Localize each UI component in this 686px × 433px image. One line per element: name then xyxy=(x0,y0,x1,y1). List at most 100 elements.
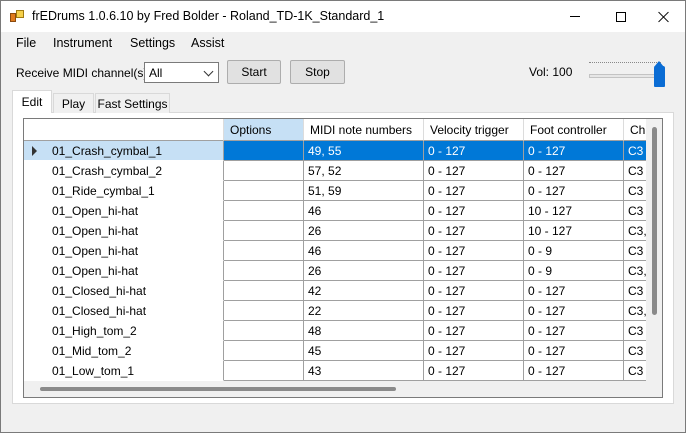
cell-midi-notes[interactable]: 26 xyxy=(304,221,424,241)
table-row[interactable]: 01_Low_tom_1 43 0 - 127 0 - 127 C3 xyxy=(24,361,646,381)
cell-options[interactable] xyxy=(224,301,304,321)
cell-midi-notes[interactable]: 22 xyxy=(304,301,424,321)
cell-foot-controller[interactable]: 0 - 127 xyxy=(524,361,624,381)
cell-velocity[interactable]: 0 - 127 xyxy=(424,241,524,261)
cell-velocity[interactable]: 0 - 127 xyxy=(424,221,524,241)
cell-ch[interactable]: C3 xyxy=(624,181,646,201)
cell-foot-controller[interactable]: 0 - 127 xyxy=(524,301,624,321)
cell-ch[interactable]: C3 xyxy=(624,361,646,381)
cell-velocity[interactable]: 0 - 127 xyxy=(424,261,524,281)
cell-instrument-name[interactable]: 01_Low_tom_1 xyxy=(24,361,224,381)
cell-options[interactable] xyxy=(224,141,304,161)
volume-slider[interactable] xyxy=(587,61,667,88)
cell-ch[interactable]: C3 xyxy=(624,341,646,361)
cell-ch[interactable]: C3 xyxy=(624,161,646,181)
cell-ch[interactable]: C3 xyxy=(624,281,646,301)
table-row[interactable]: 01_Open_hi-hat 26 0 - 127 0 - 9 C3, xyxy=(24,261,646,281)
cell-instrument-name[interactable]: 01_Closed_hi-hat xyxy=(24,301,224,321)
table-row[interactable]: 01_Closed_hi-hat 42 0 - 127 0 - 127 C3 xyxy=(24,281,646,301)
minimize-button[interactable] xyxy=(552,1,598,32)
cell-ch[interactable]: C3 xyxy=(624,241,646,261)
vertical-scroll-thumb[interactable] xyxy=(652,127,657,315)
cell-midi-notes[interactable]: 45 xyxy=(304,341,424,361)
column-header-velocity[interactable]: Velocity trigger xyxy=(424,119,524,141)
cell-instrument-name[interactable]: 01_Mid_tom_2 xyxy=(24,341,224,361)
start-button[interactable]: Start xyxy=(227,60,281,84)
cell-midi-notes[interactable]: 42 xyxy=(304,281,424,301)
horizontal-scrollbar[interactable] xyxy=(24,381,646,397)
cell-velocity[interactable]: 0 - 127 xyxy=(424,281,524,301)
cell-midi-notes[interactable]: 43 xyxy=(304,361,424,381)
tab-play[interactable]: Play xyxy=(53,93,94,113)
cell-instrument-name[interactable]: 01_Open_hi-hat xyxy=(24,221,224,241)
cell-instrument-name[interactable]: 01_Open_hi-hat xyxy=(24,261,224,281)
close-button[interactable] xyxy=(641,1,686,32)
cell-instrument-name[interactable]: 01_High_tom_2 xyxy=(24,321,224,341)
cell-instrument-name[interactable]: 01_Ride_cymbal_1 xyxy=(24,181,224,201)
cell-options[interactable] xyxy=(224,361,304,381)
cell-midi-notes[interactable]: 57, 52 xyxy=(304,161,424,181)
menu-assist[interactable]: Assist xyxy=(191,36,224,50)
cell-instrument-name[interactable]: 01_Crash_cymbal_1 xyxy=(24,141,224,161)
maximize-button[interactable] xyxy=(598,1,644,32)
cell-velocity[interactable]: 0 - 127 xyxy=(424,181,524,201)
cell-midi-notes[interactable]: 51, 59 xyxy=(304,181,424,201)
cell-midi-notes[interactable]: 48 xyxy=(304,321,424,341)
cell-ch[interactable]: C3 xyxy=(624,321,646,341)
cell-ch[interactable]: C3 xyxy=(624,141,646,161)
slider-thumb[interactable] xyxy=(654,61,665,87)
menu-settings[interactable]: Settings xyxy=(130,36,175,50)
column-header-foot-controller[interactable]: Foot controller xyxy=(524,119,624,141)
menu-file[interactable]: File xyxy=(16,36,36,50)
cell-options[interactable] xyxy=(224,341,304,361)
cell-foot-controller[interactable]: 10 - 127 xyxy=(524,221,624,241)
cell-ch[interactable]: C3, xyxy=(624,301,646,321)
cell-instrument-name[interactable]: 01_Crash_cymbal_2 xyxy=(24,161,224,181)
cell-midi-notes[interactable]: 46 xyxy=(304,201,424,221)
table-row[interactable]: 01_Mid_tom_2 45 0 - 127 0 - 127 C3 xyxy=(24,341,646,361)
cell-instrument-name[interactable]: 01_Open_hi-hat xyxy=(24,201,224,221)
cell-velocity[interactable]: 0 - 127 xyxy=(424,361,524,381)
stop-button[interactable]: Stop xyxy=(290,60,345,84)
cell-options[interactable] xyxy=(224,221,304,241)
table-row[interactable]: 01_Ride_cymbal_1 51, 59 0 - 127 0 - 127 C3 xyxy=(24,181,646,201)
table-row[interactable]: 01_Crash_cymbal_1 49, 55 0 - 127 0 - 127 C3 xyxy=(24,141,646,161)
cell-instrument-name[interactable]: 01_Open_hi-hat xyxy=(24,241,224,261)
cell-options[interactable] xyxy=(224,261,304,281)
cell-velocity[interactable]: 0 - 127 xyxy=(424,141,524,161)
cell-midi-notes[interactable]: 46 xyxy=(304,241,424,261)
table-row[interactable]: 01_Open_hi-hat 46 0 - 127 0 - 9 C3 xyxy=(24,241,646,261)
cell-ch[interactable]: C3, xyxy=(624,261,646,281)
cell-foot-controller[interactable]: 0 - 9 xyxy=(524,241,624,261)
cell-velocity[interactable]: 0 - 127 xyxy=(424,161,524,181)
cell-velocity[interactable]: 0 - 127 xyxy=(424,201,524,221)
instrument-grid[interactable]: Options MIDI note numbers Velocity trigg… xyxy=(23,118,663,398)
cell-foot-controller[interactable]: 0 - 127 xyxy=(524,341,624,361)
cell-foot-controller[interactable]: 0 - 127 xyxy=(524,181,624,201)
tab-edit[interactable]: Edit xyxy=(12,90,52,113)
tab-fast-settings[interactable]: Fast Settings xyxy=(95,93,170,113)
cell-options[interactable] xyxy=(224,181,304,201)
horizontal-scroll-thumb[interactable] xyxy=(40,387,396,391)
table-row[interactable]: 01_Open_hi-hat 46 0 - 127 10 - 127 C3 xyxy=(24,201,646,221)
cell-foot-controller[interactable]: 10 - 127 xyxy=(524,201,624,221)
cell-options[interactable] xyxy=(224,241,304,261)
cell-foot-controller[interactable]: 0 - 9 xyxy=(524,261,624,281)
cell-velocity[interactable]: 0 - 127 xyxy=(424,301,524,321)
menu-instrument[interactable]: Instrument xyxy=(53,36,112,50)
cell-foot-controller[interactable]: 0 - 127 xyxy=(524,321,624,341)
column-header-ch[interactable]: Ch xyxy=(624,119,646,141)
cell-instrument-name[interactable]: 01_Closed_hi-hat xyxy=(24,281,224,301)
table-row[interactable]: 01_Open_hi-hat 26 0 - 127 10 - 127 C3, xyxy=(24,221,646,241)
midi-channel-select[interactable]: All xyxy=(144,62,219,83)
cell-midi-notes[interactable]: 49, 55 xyxy=(304,141,424,161)
cell-velocity[interactable]: 0 - 127 xyxy=(424,341,524,361)
cell-ch[interactable]: C3 xyxy=(624,201,646,221)
table-row[interactable]: 01_Crash_cymbal_2 57, 52 0 - 127 0 - 127 C3 xyxy=(24,161,646,181)
cell-foot-controller[interactable]: 0 - 127 xyxy=(524,141,624,161)
table-row[interactable]: 01_High_tom_2 48 0 - 127 0 - 127 C3 xyxy=(24,321,646,341)
column-header-midi-notes[interactable]: MIDI note numbers xyxy=(304,119,424,141)
cell-velocity[interactable]: 0 - 127 xyxy=(424,321,524,341)
cell-options[interactable] xyxy=(224,281,304,301)
cell-options[interactable] xyxy=(224,161,304,181)
